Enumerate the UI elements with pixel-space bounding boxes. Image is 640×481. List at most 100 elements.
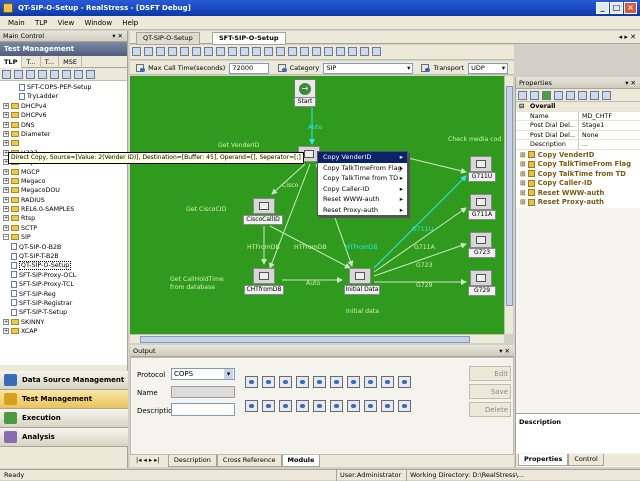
tree-item[interactable]: + DHCPv6 xyxy=(0,111,127,120)
tree-item[interactable]: + REL6.0-SAMPLES xyxy=(0,205,127,214)
doc-tab-sft-sip[interactable]: SFT-SIP-O-Setup xyxy=(212,32,286,45)
breakpoint-icon[interactable] xyxy=(348,47,357,56)
icon-action-4[interactable] xyxy=(296,376,309,388)
icon-action-20[interactable] xyxy=(398,400,411,412)
menu-tlp[interactable]: TLP xyxy=(31,16,51,30)
icon-action-9[interactable] xyxy=(381,376,394,388)
menu-view[interactable]: View xyxy=(54,16,79,30)
tree-item[interactable]: SFT-SIP-Registrar xyxy=(0,299,127,308)
paste-icon[interactable] xyxy=(602,91,611,100)
tree-item[interactable]: SFT-SIP-Reg xyxy=(0,290,127,299)
icon-action-8[interactable] xyxy=(364,376,377,388)
refresh-icon[interactable] xyxy=(38,70,47,79)
prop-row[interactable]: Post Dial Del... Stage1 xyxy=(516,121,640,131)
icon-action-1[interactable] xyxy=(245,376,258,388)
prop-item-copy-caller-id[interactable]: ⊞ Copy Caller-ID xyxy=(516,179,640,189)
open-icon[interactable] xyxy=(14,70,23,79)
menu-item-reset-proxy-auth[interactable]: Reset Proxy-auth ▸ xyxy=(318,205,407,216)
expand-icon[interactable]: + xyxy=(3,224,9,231)
lock-icon[interactable] xyxy=(300,47,309,56)
maximize-button[interactable]: □ xyxy=(610,2,623,14)
doc-tab-qt-sip[interactable]: QT-SIP-O-Setup xyxy=(136,32,200,45)
tab-description[interactable]: Description xyxy=(167,455,217,467)
initial-data-node[interactable] xyxy=(349,268,371,284)
icon-action-11[interactable] xyxy=(245,400,258,412)
group-icon[interactable] xyxy=(276,47,285,56)
name-field[interactable] xyxy=(171,386,235,398)
icon-action-18[interactable] xyxy=(364,400,377,412)
tree-item[interactable]: SFT-COPS-PEP-Setup xyxy=(0,83,127,92)
saveas-icon[interactable] xyxy=(144,47,153,56)
tab-module[interactable]: Module xyxy=(281,455,321,467)
tab-t2[interactable]: T... xyxy=(41,56,60,68)
expand-icon[interactable]: + xyxy=(3,140,9,147)
tree-item[interactable]: + xyxy=(0,139,127,148)
prop-row[interactable]: Post Dial Del... None xyxy=(516,130,640,140)
panel-pin-icon[interactable]: ▾ ✕ xyxy=(625,77,636,89)
tree-item[interactable]: + Rtsp xyxy=(0,214,127,223)
pointer-icon[interactable] xyxy=(156,47,165,56)
description-field[interactable] xyxy=(171,403,235,416)
delete-icon[interactable] xyxy=(26,70,35,79)
canvas-vscroll[interactable] xyxy=(504,76,513,334)
expand-icon[interactable]: + xyxy=(3,102,9,109)
g723-node[interactable] xyxy=(470,232,492,248)
tab-cross-reference[interactable]: Cross Reference xyxy=(216,455,282,467)
link-icon[interactable] xyxy=(192,47,201,56)
categorized-icon[interactable] xyxy=(518,91,527,100)
pan-icon[interactable] xyxy=(168,47,177,56)
delete-button[interactable]: Delete xyxy=(469,402,511,417)
node-icon[interactable] xyxy=(180,47,189,56)
alphabetical-icon[interactable] xyxy=(530,91,539,100)
zoom-icon[interactable] xyxy=(264,47,273,56)
save-button[interactable]: Save xyxy=(469,384,511,399)
prop-row[interactable]: Name MD_CHTF xyxy=(516,111,640,121)
collapse-icon[interactable]: − xyxy=(3,234,9,241)
menu-item-copy-vender-id[interactable]: Copy VenderID ▸ xyxy=(318,152,407,163)
tree-item[interactable]: QT-SIP-T-B2B xyxy=(0,252,127,261)
edge-menu-g711u[interactable] xyxy=(407,157,467,174)
play-icon[interactable] xyxy=(312,47,321,56)
expand-icon[interactable]: + xyxy=(3,187,9,194)
transport-select[interactable]: UDP ▾ xyxy=(468,63,509,74)
expand-icon[interactable]: + xyxy=(3,177,9,184)
tree-item[interactable]: SFT-SIP-T-Setup xyxy=(0,308,127,317)
help-icon[interactable] xyxy=(372,47,381,56)
font-color-icon[interactable] xyxy=(228,47,237,56)
tab-t1[interactable]: T... xyxy=(22,56,41,68)
tree-item[interactable]: QT-SIP-O-Setup xyxy=(0,261,127,271)
nav-analysis[interactable]: Analysis xyxy=(0,428,128,447)
expand-icon[interactable]: + xyxy=(3,328,9,335)
prop-item-copy-talktime-td[interactable]: ⊞ Copy TalkTime from TD xyxy=(516,170,640,180)
tree-item[interactable]: + SCTP xyxy=(0,224,127,233)
tab-nav-arrows[interactable]: |◂ ◂ ▸ ▸| xyxy=(136,456,160,464)
add-icon[interactable] xyxy=(542,91,551,100)
debug-icon[interactable] xyxy=(86,70,95,79)
doc-tab-nav[interactable]: ◂ ▸ ✕ xyxy=(514,31,640,44)
test-tree[interactable]: SFT-COPS-PEP-Setup TryLadder + DHCPv4 + DHCPv… xyxy=(0,81,127,365)
tree-item[interactable]: SFT-SIP-Proxy-OCL xyxy=(0,271,127,280)
nav-data-source-management[interactable]: Data Source Management xyxy=(0,371,128,390)
options-icon[interactable] xyxy=(360,47,369,56)
align-icon[interactable] xyxy=(240,47,249,56)
cht-fromdb-node[interactable] xyxy=(253,268,275,284)
grid-icon[interactable] xyxy=(252,47,261,56)
panel-pin-icon[interactable]: ▾ ✕ xyxy=(499,345,510,357)
icon-action-2[interactable] xyxy=(262,376,275,388)
flow-canvas[interactable]: → Start CiscoCallID CHTfromDB Initial Da… xyxy=(130,76,504,334)
tree-item[interactable]: + DNS xyxy=(0,121,127,130)
icon-action-12[interactable] xyxy=(262,400,275,412)
icon-action-3[interactable] xyxy=(279,376,292,388)
icon-action-5[interactable] xyxy=(313,376,326,388)
prop-item-copy-talktime-flag[interactable]: ⊞ Copy TalkTimeFrom Flag xyxy=(516,160,640,170)
vscroll-thumb[interactable] xyxy=(506,86,513,306)
prop-item-reset-www-auth[interactable]: ⊞ Reset WWW-auth xyxy=(516,189,640,199)
remove-icon[interactable] xyxy=(554,91,563,100)
tree-item[interactable]: + MegacoDOU xyxy=(0,186,127,195)
tree-item[interactable]: + RADIUS xyxy=(0,196,127,205)
expand-icon[interactable]: + xyxy=(3,121,9,128)
section-overall[interactable]: ⊟ Overall xyxy=(516,102,640,112)
tab-control[interactable]: Control xyxy=(568,454,604,466)
move-up-icon[interactable] xyxy=(566,91,575,100)
canvas-hscroll[interactable] xyxy=(130,334,504,343)
